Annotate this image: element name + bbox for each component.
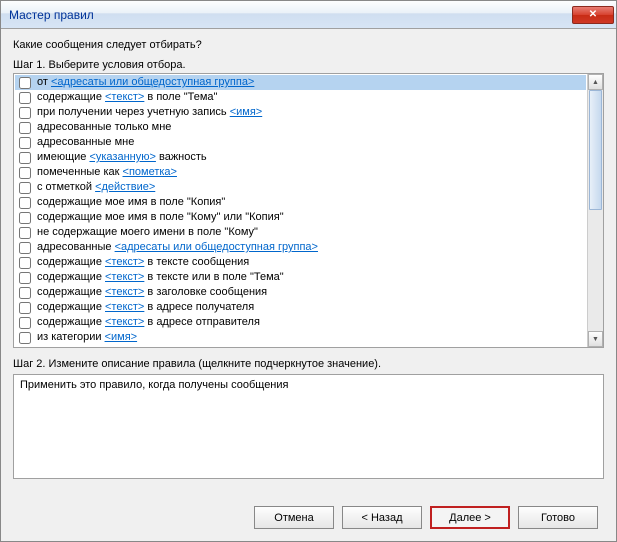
condition-text: содержащие <текст> в адресе получателя xyxy=(37,300,254,315)
condition-link[interactable]: <текст> xyxy=(105,256,144,268)
description-text: Применить это правило, когда получены со… xyxy=(20,379,597,391)
window-title: Мастер правил xyxy=(9,8,572,22)
condition-checkbox[interactable] xyxy=(19,242,31,254)
condition-text: содержащие мое имя в поле "Копия" xyxy=(37,195,225,210)
finish-button[interactable]: Готово xyxy=(518,506,598,529)
condition-row[interactable]: имеющие <указанную> важность xyxy=(15,150,586,165)
scroll-thumb[interactable] xyxy=(589,90,602,210)
condition-text: содержащие <текст> в адресе отправителя xyxy=(37,315,260,330)
condition-link[interactable]: <адресаты или общедоступная группа> xyxy=(115,241,318,253)
condition-row[interactable]: содержащие <текст> в адресе получателя xyxy=(15,300,586,315)
condition-text: адресованные <адресаты или общедоступная… xyxy=(37,240,318,255)
titlebar: Мастер правил ✕ xyxy=(1,1,616,29)
condition-checkbox[interactable] xyxy=(19,257,31,269)
condition-checkbox[interactable] xyxy=(19,167,31,179)
condition-text: адресованные только мне xyxy=(37,120,171,135)
condition-row[interactable]: содержащие мое имя в поле "Кому" или "Ко… xyxy=(15,210,586,225)
content-area: Какие сообщения следует отбирать? Шаг 1.… xyxy=(1,29,616,541)
scroll-up-button[interactable]: ▲ xyxy=(588,74,603,90)
back-button[interactable]: < Назад xyxy=(342,506,422,529)
condition-row[interactable]: содержащие <текст> в тексте сообщения xyxy=(15,255,586,270)
button-row: Отмена < Назад Далее > Готово xyxy=(13,496,604,541)
condition-text: от <адресаты или общедоступная группа> xyxy=(37,75,254,90)
question-label: Какие сообщения следует отбирать? xyxy=(13,39,604,51)
condition-row[interactable]: содержащие <текст> в заголовке сообщения xyxy=(15,285,586,300)
condition-link[interactable]: <текст> xyxy=(105,301,144,313)
condition-text: содержащие мое имя в поле "Кому" или "Ко… xyxy=(37,210,284,225)
condition-row[interactable]: адресованные мне xyxy=(15,135,586,150)
condition-link[interactable]: <текст> xyxy=(105,316,144,328)
next-button[interactable]: Далее > xyxy=(430,506,510,529)
condition-checkbox[interactable] xyxy=(19,272,31,284)
condition-checkbox[interactable] xyxy=(19,332,31,344)
condition-text: с отметкой <действие> xyxy=(37,180,155,195)
condition-text: содержащие <текст> в поле "Тема" xyxy=(37,90,217,105)
condition-text: адресованные мне xyxy=(37,135,134,150)
conditions-listbox: от <адресаты или общедоступная группа>со… xyxy=(13,73,604,348)
condition-text: помеченные как <пометка> xyxy=(37,165,177,180)
condition-text: из категории <имя> xyxy=(37,330,137,345)
condition-row[interactable]: при получении через учетную запись <имя> xyxy=(15,105,586,120)
condition-text: содержащие <текст> в тексте сообщения xyxy=(37,255,249,270)
condition-row[interactable]: не содержащие моего имени в поле "Кому" xyxy=(15,225,586,240)
condition-checkbox[interactable] xyxy=(19,107,31,119)
rules-wizard-dialog: Мастер правил ✕ Какие сообщения следует … xyxy=(0,0,617,542)
condition-text: не содержащие моего имени в поле "Кому" xyxy=(37,225,258,240)
condition-link[interactable]: <пометка> xyxy=(123,166,177,178)
condition-checkbox[interactable] xyxy=(19,317,31,329)
condition-text: содержащие <текст> в тексте или в поле "… xyxy=(37,270,284,285)
condition-row[interactable]: содержащие <текст> в тексте или в поле "… xyxy=(15,270,586,285)
close-button[interactable]: ✕ xyxy=(572,6,614,24)
step2-label: Шаг 2. Измените описание правила (щелкни… xyxy=(13,358,604,370)
condition-link[interactable]: <имя> xyxy=(105,331,138,343)
condition-checkbox[interactable] xyxy=(19,227,31,239)
condition-link[interactable]: <текст> xyxy=(105,91,144,103)
condition-row[interactable]: содержащие мое имя в поле "Копия" xyxy=(15,195,586,210)
condition-checkbox[interactable] xyxy=(19,92,31,104)
condition-checkbox[interactable] xyxy=(19,182,31,194)
condition-link[interactable]: <указанную> xyxy=(89,151,155,163)
condition-row[interactable]: содержащие <текст> в поле "Тема" xyxy=(15,90,586,105)
condition-row[interactable]: из категории <имя> xyxy=(15,330,586,345)
conditions-list[interactable]: от <адресаты или общедоступная группа>со… xyxy=(14,74,587,347)
condition-link[interactable]: <действие> xyxy=(95,181,155,193)
condition-link[interactable]: <текст> xyxy=(105,286,144,298)
condition-text: содержащие <текст> в заголовке сообщения xyxy=(37,285,267,300)
condition-text: имеющие <указанную> важность xyxy=(37,150,207,165)
scroll-down-button[interactable]: ▼ xyxy=(588,331,603,347)
description-box[interactable]: Применить это правило, когда получены со… xyxy=(13,374,604,479)
condition-text: при получении через учетную запись <имя> xyxy=(37,105,262,120)
condition-checkbox[interactable] xyxy=(19,287,31,299)
vertical-scrollbar[interactable]: ▲ ▼ xyxy=(587,74,603,347)
step1-label: Шаг 1. Выберите условия отбора. xyxy=(13,59,604,71)
condition-checkbox[interactable] xyxy=(19,302,31,314)
condition-checkbox[interactable] xyxy=(19,152,31,164)
condition-link[interactable]: <текст> xyxy=(105,271,144,283)
condition-row[interactable]: с отметкой <действие> xyxy=(15,180,586,195)
condition-checkbox[interactable] xyxy=(19,77,31,89)
condition-row[interactable]: от <адресаты или общедоступная группа> xyxy=(15,75,586,90)
condition-link[interactable]: <имя> xyxy=(230,106,263,118)
condition-row[interactable]: адресованные только мне xyxy=(15,120,586,135)
condition-row[interactable]: помеченные как <пометка> xyxy=(15,165,586,180)
condition-link[interactable]: <адресаты или общедоступная группа> xyxy=(51,76,254,88)
condition-checkbox[interactable] xyxy=(19,212,31,224)
cancel-button[interactable]: Отмена xyxy=(254,506,334,529)
condition-row[interactable]: содержащие <текст> в адресе отправителя xyxy=(15,315,586,330)
condition-row[interactable]: адресованные <адресаты или общедоступная… xyxy=(15,240,586,255)
condition-checkbox[interactable] xyxy=(19,197,31,209)
close-icon: ✕ xyxy=(589,9,597,20)
condition-checkbox[interactable] xyxy=(19,137,31,149)
condition-checkbox[interactable] xyxy=(19,122,31,134)
